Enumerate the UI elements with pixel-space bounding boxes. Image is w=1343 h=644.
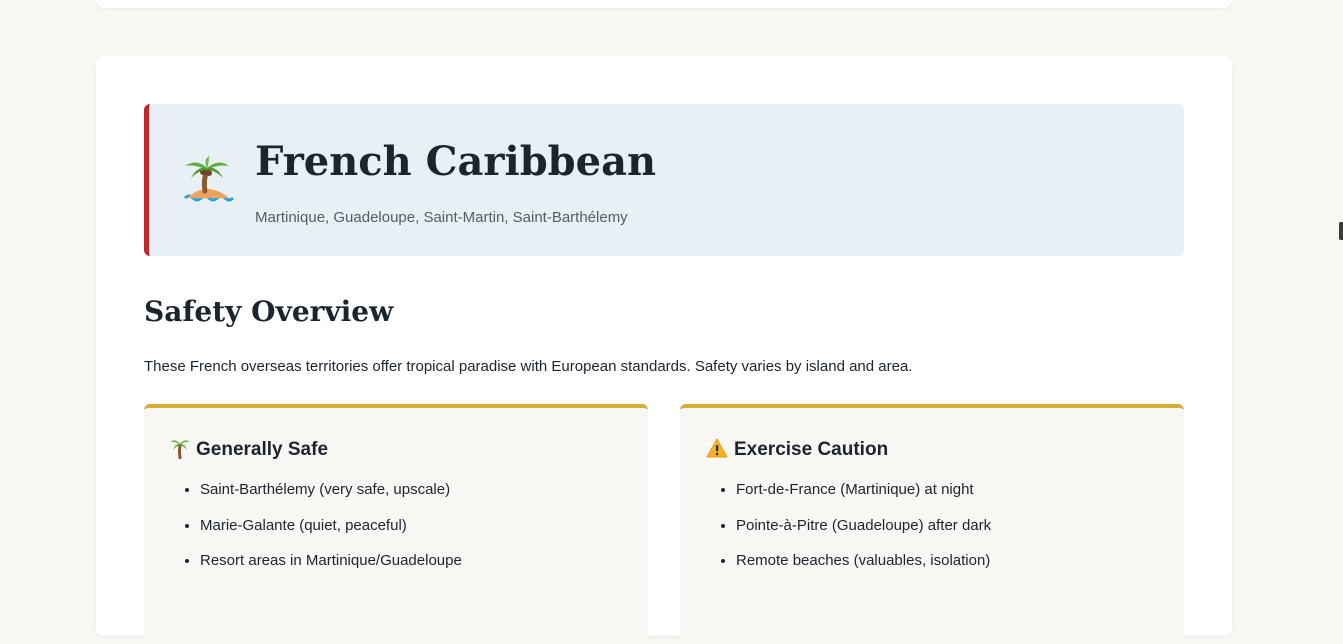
palm-tree-icon: [170, 437, 196, 464]
list-item: Pointe-à-Pitre (Guadeloupe) after dark: [736, 516, 991, 536]
section-description: These French overseas territories offer …: [144, 358, 913, 375]
box-title: Exercise Caution: [734, 439, 889, 460]
scroll-handle[interactable]: [1339, 222, 1343, 240]
box-header: Exercise Caution: [706, 436, 888, 464]
warning-icon: [706, 438, 734, 463]
caution-list: Fort-de-France (Martinique) at night Poi…: [680, 480, 991, 587]
list-item: Fort-de-France (Martinique) at night: [736, 480, 991, 500]
section-heading: Safety Overview: [144, 295, 394, 328]
exercise-caution-box: Exercise Caution Fort-de-France (Martini…: [680, 404, 1184, 644]
region-title: French Caribbean: [255, 138, 657, 185]
previous-section-card: [96, 0, 1232, 8]
box-title: Generally Safe: [196, 439, 329, 460]
region-hero-banner: French Caribbean Martinique, Guadeloupe,…: [144, 104, 1184, 256]
region-card: French Caribbean Martinique, Guadeloupe,…: [96, 56, 1232, 644]
desert-island-icon: [179, 156, 235, 206]
list-item: Remote beaches (valuables, isolation): [736, 551, 991, 571]
region-subtitle: Martinique, Guadeloupe, Saint-Martin, Sa…: [255, 209, 628, 226]
list-item: Marie-Galante (quiet, peaceful): [200, 516, 462, 536]
safe-list: Saint-Barthélemy (very safe, upscale) Ma…: [144, 480, 462, 587]
generally-safe-box: Generally Safe Saint-Barthélemy (very sa…: [144, 404, 648, 644]
box-header: Generally Safe: [170, 436, 328, 464]
list-item: Resort areas in Martinique/Guadeloupe: [200, 551, 462, 571]
list-item: Saint-Barthélemy (very safe, upscale): [200, 480, 462, 500]
